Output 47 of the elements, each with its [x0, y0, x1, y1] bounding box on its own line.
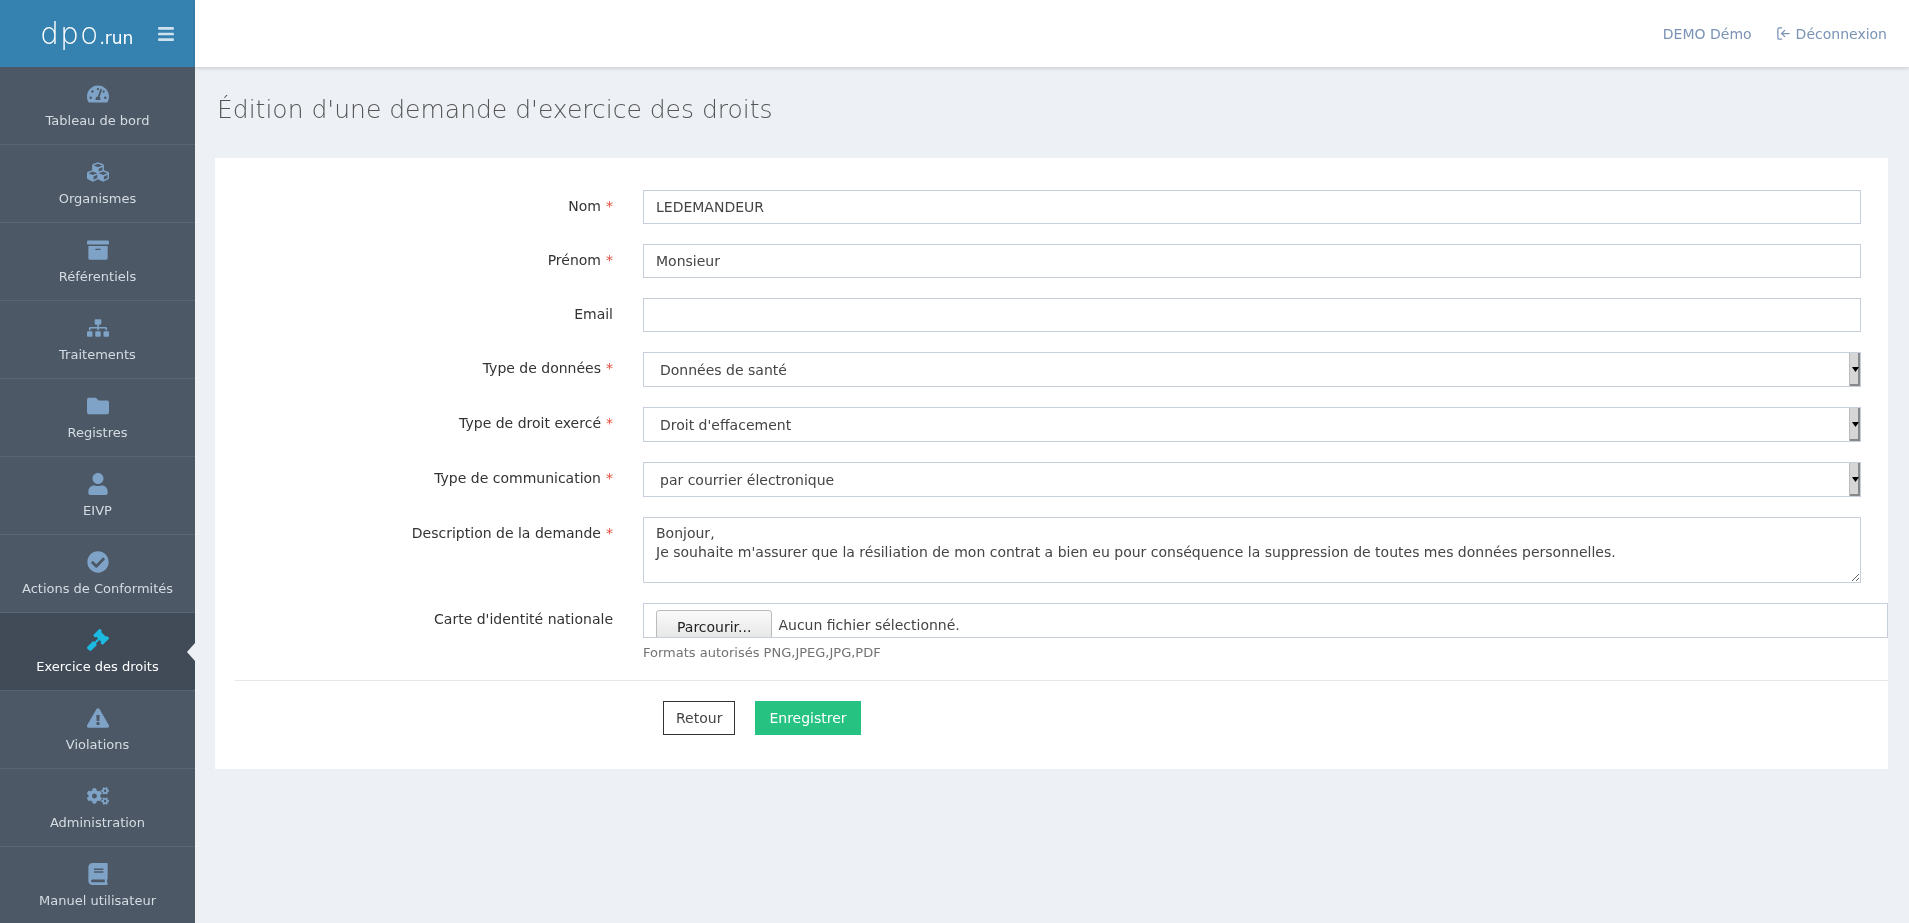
file-field[interactable]: Parcourir... Aucun fichier sélectionné.: [643, 603, 1888, 638]
selection-pointer: [187, 642, 195, 661]
back-button[interactable]: Retour: [663, 701, 736, 735]
required-mark: *: [606, 198, 613, 214]
browse-button[interactable]: Parcourir...: [656, 610, 773, 637]
gauge-icon: [86, 83, 109, 105]
sitemap-icon: [86, 317, 109, 339]
required-mark: *: [606, 525, 613, 541]
caret-icon: [1851, 422, 1859, 427]
dropdown-field[interactable]: Droit d'effacement: [643, 407, 1861, 442]
logout-link[interactable]: Déconnexion: [1775, 25, 1887, 42]
file-status: Aucun fichier sélectionné.: [778, 616, 960, 633]
field-label: Description de la demande: [411, 525, 601, 541]
required-mark: *: [606, 360, 613, 376]
dropdown-field[interactable]: Données de santé: [643, 352, 1861, 387]
caret-icon: [1851, 367, 1859, 372]
field-label: Nom: [568, 198, 601, 214]
folder-icon: [86, 395, 109, 417]
logout-icon: [1775, 26, 1791, 41]
menu-icon[interactable]: [157, 24, 175, 43]
text-field[interactable]: LEDEMANDEUR: [643, 190, 1861, 224]
field-label: Type de droit exercé: [459, 415, 601, 431]
help-text: Formats autorisés PNG,JPEG,JPG,PDF: [643, 645, 882, 660]
field-label: Carte d'identité nationale: [434, 611, 613, 627]
dropdown-field[interactable]: par courrier électronique: [643, 462, 1861, 497]
field-label: Prénom: [547, 252, 601, 268]
book-icon: [86, 863, 109, 885]
field-label: Type de communication: [434, 470, 601, 486]
text-field[interactable]: [643, 298, 1861, 332]
archive-box-icon: [86, 239, 109, 261]
warning-icon: [86, 707, 109, 729]
text-field[interactable]: Monsieur: [643, 244, 1861, 278]
required-mark: *: [606, 252, 613, 268]
description-field[interactable]: Bonjour, Je souhaite m'assurer que la résiliation de mon contrat a bien eu pour conséquence la suppression de toutes mes données personnelles.: [643, 517, 1861, 583]
page-title: Édition d'une demande d'exercice des droits: [217, 95, 774, 124]
gears-icon: [86, 785, 109, 807]
field-label: Type de données: [482, 360, 601, 376]
sidebar-item[interactable]: Exercice des droits: [0, 613, 195, 691]
user-icon: [86, 473, 109, 495]
user-link[interactable]: DEMO Démo: [1662, 25, 1752, 42]
required-mark: *: [606, 470, 613, 486]
caret-icon: [1851, 477, 1859, 482]
required-mark: *: [606, 415, 613, 431]
gavel-icon: [86, 629, 109, 651]
cubes-icon: [86, 161, 109, 183]
field-label: Email: [574, 306, 613, 322]
logo[interactable]: dpo.run: [40, 16, 134, 51]
